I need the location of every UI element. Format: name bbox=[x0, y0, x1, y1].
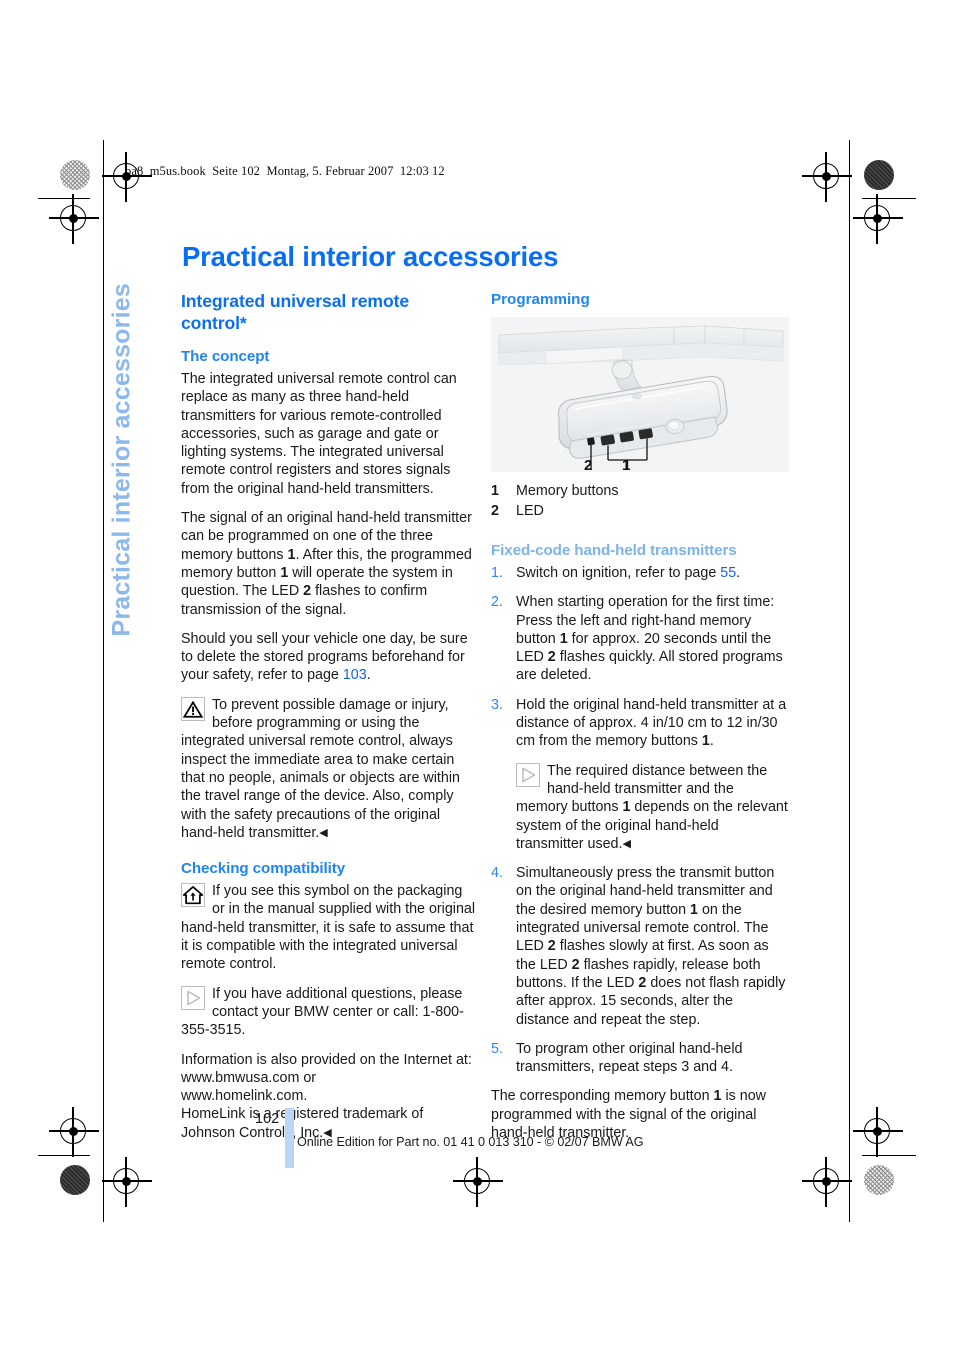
step-2-part-c: flashes quickly. All stored programs are… bbox=[516, 649, 783, 684]
warning-note: To prevent possible damage or injury, be… bbox=[181, 696, 479, 842]
ref-led-2: 2 bbox=[303, 583, 312, 600]
ref-memory-button-1: 1 bbox=[559, 630, 568, 647]
concept-paragraph-1: The integrated universal remote control … bbox=[181, 371, 457, 497]
page-reference-103[interactable]: 103 bbox=[343, 667, 367, 683]
bmw-contact-note: If you have additional questions, please… bbox=[181, 985, 479, 1040]
crop-line-left-lower-h bbox=[38, 1155, 90, 1157]
step-3-part-a: Hold the original hand-held transmitter … bbox=[516, 696, 787, 750]
homelink-house-icon bbox=[181, 883, 205, 908]
bmwusa-url-line: www.bmwusa.com or bbox=[181, 1069, 317, 1086]
internet-info-line: Information is also provided on the Inte… bbox=[181, 1051, 472, 1068]
footer-copyright: Online Edition for Part no. 01 41 0 013 … bbox=[297, 1135, 644, 1149]
page-title: Practical interior accessories bbox=[182, 241, 559, 273]
page-number: 102 bbox=[255, 1111, 280, 1127]
list-item: 5. To program other original hand-held t… bbox=[491, 1040, 789, 1077]
warning-note-text: To prevent possible damage or injury, be… bbox=[181, 696, 460, 841]
legend-number: 2 bbox=[491, 503, 499, 519]
legend-number: 1 bbox=[491, 483, 499, 499]
figure-callout-1: 1 bbox=[622, 457, 631, 472]
compatibility-symbol-note: If you see this symbol on the packaging … bbox=[181, 882, 479, 973]
subheading-fixed-code-hand-held-transmitters: Fixed-code hand-held transmitters bbox=[491, 542, 737, 559]
registration-mark-right-lower bbox=[853, 1107, 903, 1157]
ref-led-2: 2 bbox=[547, 649, 556, 666]
crop-line-bottom-right-v bbox=[849, 1200, 851, 1222]
crop-line-left-upper-h bbox=[38, 198, 90, 200]
list-item: 2. When starting operation for the first… bbox=[491, 593, 789, 684]
info-triangle-icon bbox=[181, 985, 205, 1010]
step-3-info-note: The required distance between the hand-h… bbox=[516, 762, 789, 853]
compatibility-note-text: If you see this symbol on the packaging … bbox=[181, 883, 476, 973]
step-3-part-b: . bbox=[709, 733, 714, 750]
figure-callout-2: 2 bbox=[584, 457, 593, 472]
registration-mark-bottom-center bbox=[453, 1157, 503, 1207]
step-number: 4. bbox=[491, 865, 503, 882]
registration-mark-bottom-left bbox=[102, 1157, 152, 1207]
registration-mark-left-upper bbox=[49, 194, 99, 244]
left-column: Integrated universal remote control* The… bbox=[181, 290, 479, 1153]
step-body: Switch on ignition, refer to page 55. bbox=[516, 564, 789, 582]
density-patch-bottom-left bbox=[60, 1165, 90, 1195]
step-body: When starting operation for the first ti… bbox=[516, 593, 789, 684]
crop-line-right-upper-h bbox=[862, 198, 916, 200]
folio-accent-bar bbox=[285, 1108, 294, 1168]
legend-label: LED bbox=[516, 503, 544, 519]
page-reference-55[interactable]: 55 bbox=[720, 565, 736, 581]
step-1-part-a: Switch on ignition, refer to page bbox=[516, 565, 721, 581]
step-body: To program other original hand-held tran… bbox=[516, 1040, 743, 1076]
chapter-side-tab: Practical interior accessories bbox=[107, 283, 136, 637]
legend-row: 2 LED bbox=[491, 501, 789, 521]
subheading-the-concept: The concept bbox=[181, 348, 270, 365]
concept-p3-part-b: . bbox=[366, 667, 371, 684]
legend-row: 1 Memory buttons bbox=[491, 481, 789, 501]
closing-part-a: The corresponding memory button bbox=[491, 1088, 714, 1105]
page-frame-rule-right bbox=[849, 158, 851, 1203]
registration-mark-bottom-right bbox=[802, 1157, 852, 1207]
step-number: 2. bbox=[491, 594, 503, 611]
ref-led-2a: 2 bbox=[547, 938, 556, 955]
density-patch-top-right bbox=[864, 160, 894, 190]
ref-memory-button-1: 1 bbox=[690, 901, 698, 918]
density-patch-top-left bbox=[60, 160, 90, 190]
rearview-mirror-illustration bbox=[491, 317, 789, 472]
ref-led-2b: 2 bbox=[571, 956, 580, 973]
info-note-endmark: ◀ bbox=[622, 837, 631, 850]
legend-label: Memory buttons bbox=[516, 483, 619, 499]
concept-paragraph-2: The signal of an original hand-held tran… bbox=[181, 509, 479, 619]
concept-paragraph-3: Should you sell your vehicle one day, be… bbox=[181, 630, 479, 685]
info-triangle-icon bbox=[516, 762, 540, 787]
registration-mark-left-lower bbox=[49, 1107, 99, 1157]
step-number: 1. bbox=[491, 565, 503, 581]
registration-mark-right-upper bbox=[853, 194, 903, 244]
step-body: Simultaneously press the transmit button… bbox=[516, 864, 789, 1029]
warning-triangle-icon bbox=[181, 696, 205, 721]
list-item: 1. Switch on ignition, refer to page 55. bbox=[491, 564, 789, 582]
fixed-code-steps: 1. Switch on ignition, refer to page 55.… bbox=[491, 564, 789, 1076]
right-column: Programming 2 1 1 Memory buttons 2 LED F… bbox=[491, 290, 789, 1153]
concept-p3-part-a: Should you sell your vehicle one day, be… bbox=[181, 630, 468, 684]
registration-mark-top-right bbox=[802, 152, 852, 202]
bmw-contact-text: If you have additional questions, please… bbox=[181, 985, 464, 1039]
figure-rearview-mirror: 2 1 bbox=[491, 317, 789, 472]
step-1-part-b: . bbox=[736, 565, 741, 581]
warning-note-endmark: ◀ bbox=[319, 826, 328, 839]
source-file-line: ba8_m5us.book Seite 102 Montag, 5. Febru… bbox=[125, 164, 445, 178]
step-number: 5. bbox=[491, 1040, 503, 1057]
list-item: 4. Simultaneously press the transmit but… bbox=[491, 864, 789, 1029]
crop-line-bottom-left-v bbox=[103, 1200, 105, 1222]
homelink-url-line: www.homelink.com. bbox=[181, 1088, 308, 1105]
list-item: 3. Hold the original hand-held transmitt… bbox=[491, 696, 789, 853]
crop-line-right-lower-h bbox=[862, 1155, 916, 1157]
ref-memory-button-1: 1 bbox=[701, 733, 710, 750]
density-patch-bottom-right bbox=[864, 1165, 894, 1195]
step-number: 3. bbox=[491, 696, 503, 713]
figure-legend: 1 Memory buttons 2 LED bbox=[491, 481, 789, 521]
page-frame-rule-left bbox=[103, 158, 105, 1203]
section-heading-integrated-universal-remote-control: Integrated universal remote control* bbox=[181, 291, 410, 333]
step-body: Hold the original hand-held transmitter … bbox=[516, 696, 789, 853]
subheading-programming: Programming bbox=[491, 291, 590, 308]
subheading-checking-compatibility: Checking compatibility bbox=[181, 860, 346, 878]
